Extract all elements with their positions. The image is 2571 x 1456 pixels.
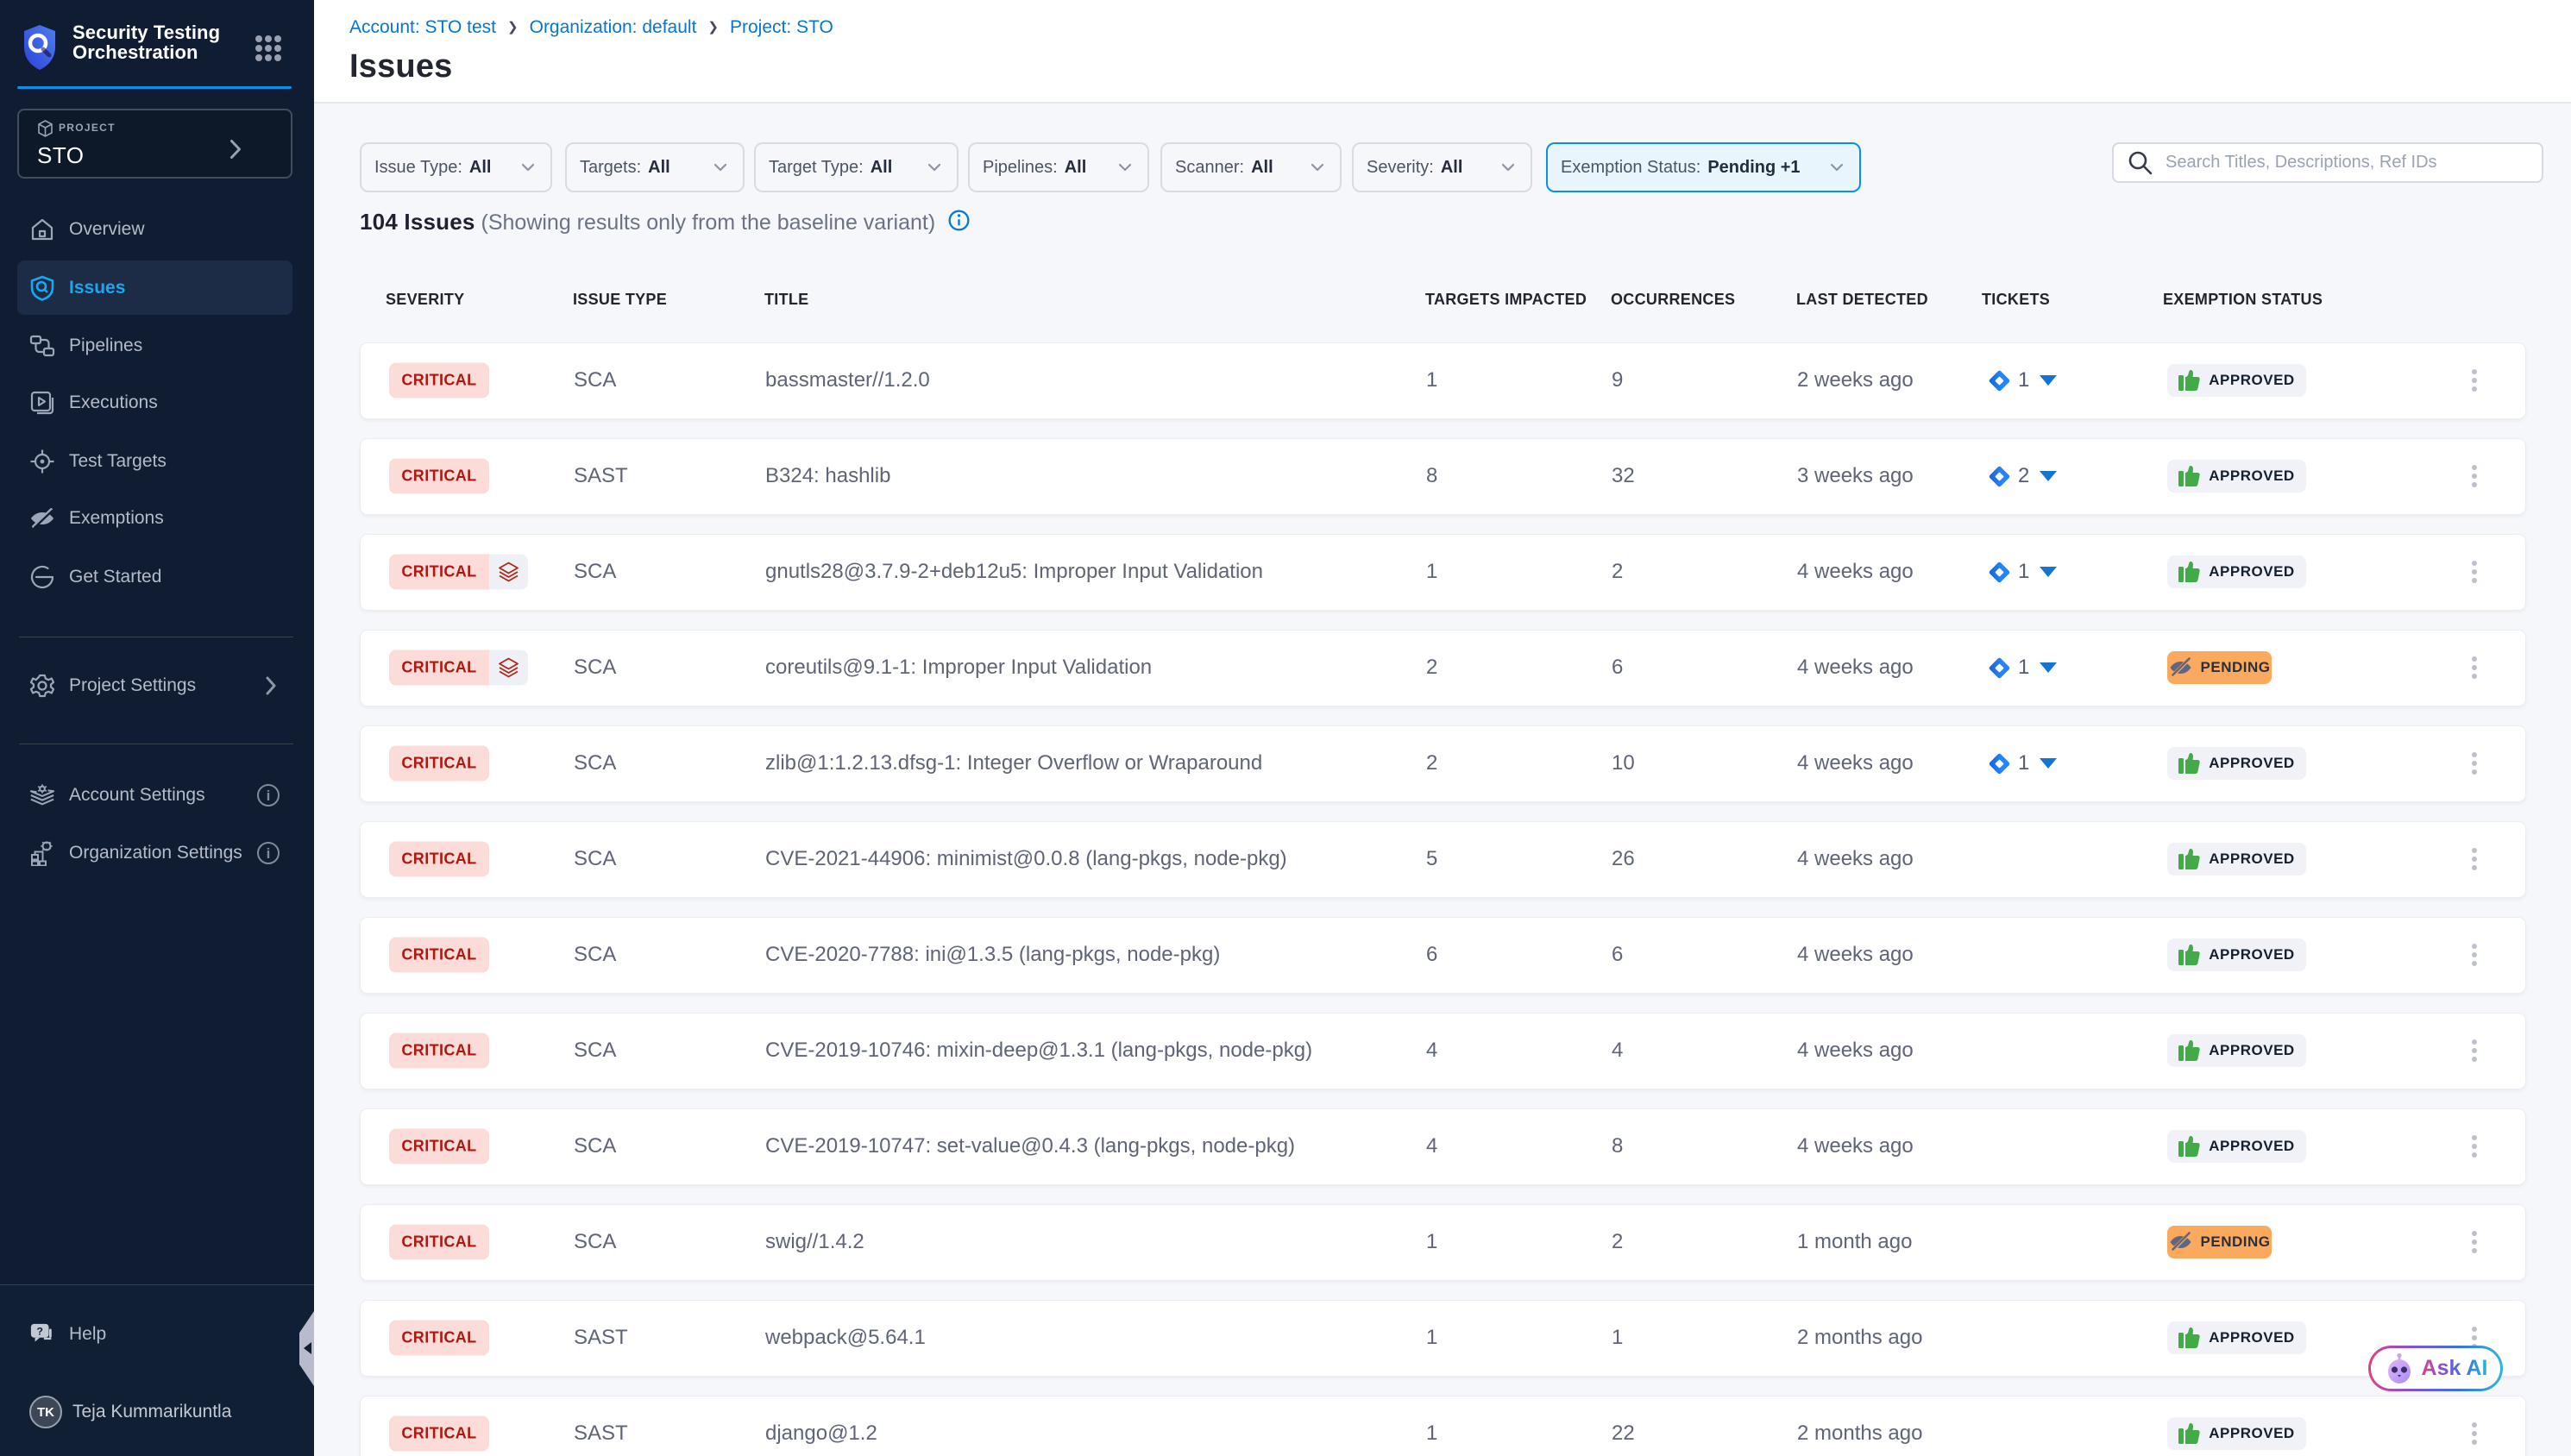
- svg-text:?: ?: [36, 1325, 42, 1337]
